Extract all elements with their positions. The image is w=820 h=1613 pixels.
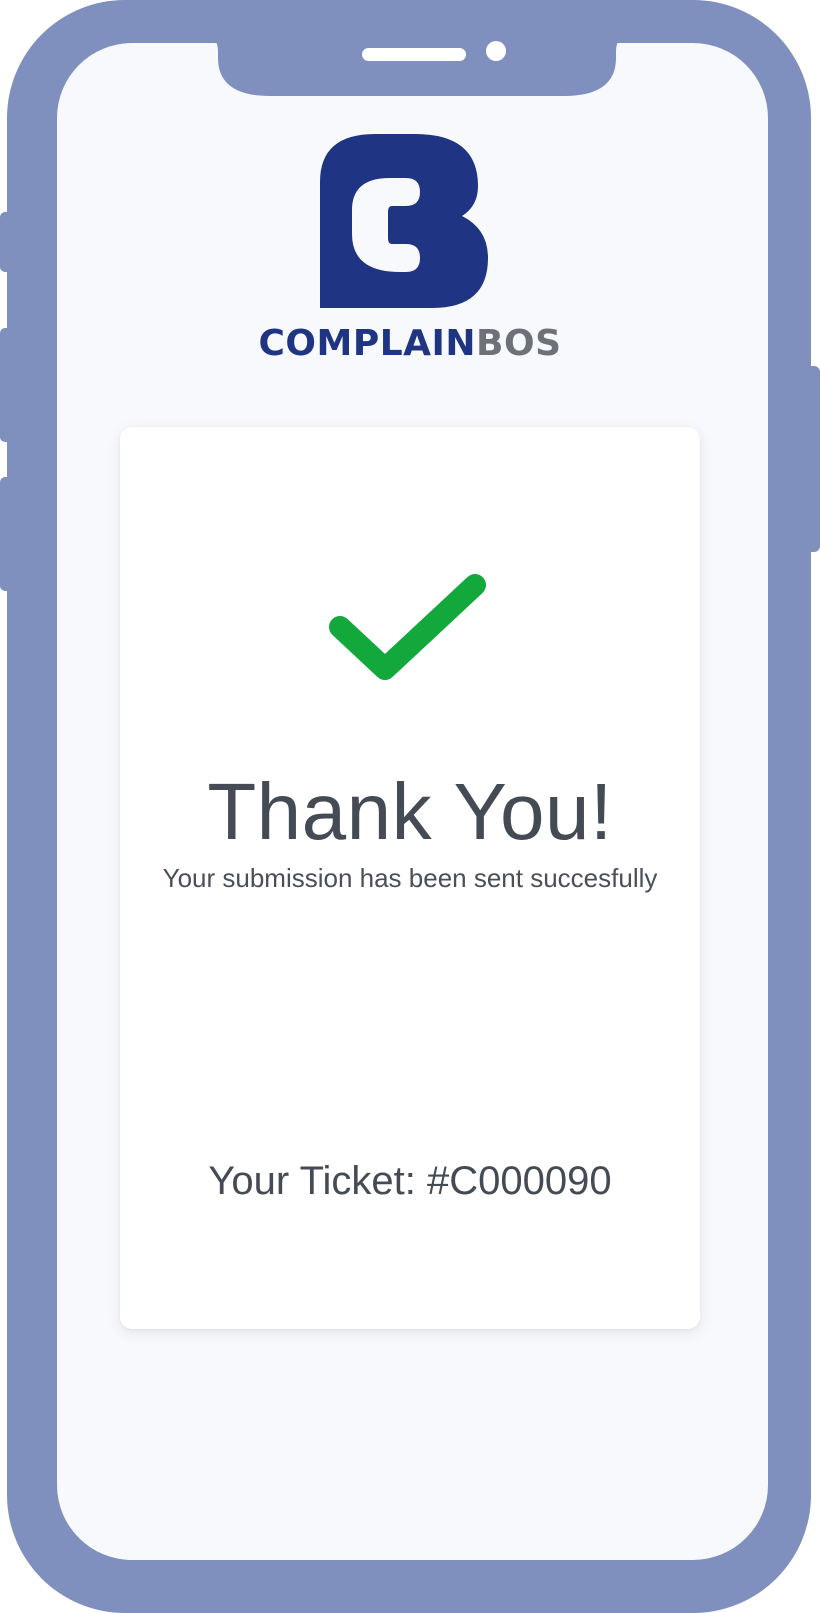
brand-wordmark: COMPLAINBOS — [0, 322, 820, 366]
brand-name-secondary: BOS — [476, 323, 562, 364]
brand-name-primary: COMPLAIN — [258, 323, 477, 364]
phone-notch — [205, 30, 632, 96]
check-icon — [329, 574, 486, 680]
confirmation-message: Your submission has been sent succesfull… — [162, 863, 658, 893]
brand-logo-icon — [320, 134, 488, 308]
confirmation-card: Thank You! Your submission has been sent… — [120, 427, 700, 1329]
phone-camera — [486, 41, 506, 61]
phone-speaker — [362, 48, 466, 61]
ticket-number: Your Ticket: #C000090 — [208, 1159, 612, 1203]
confirmation-title: Thank You! — [207, 767, 613, 856]
